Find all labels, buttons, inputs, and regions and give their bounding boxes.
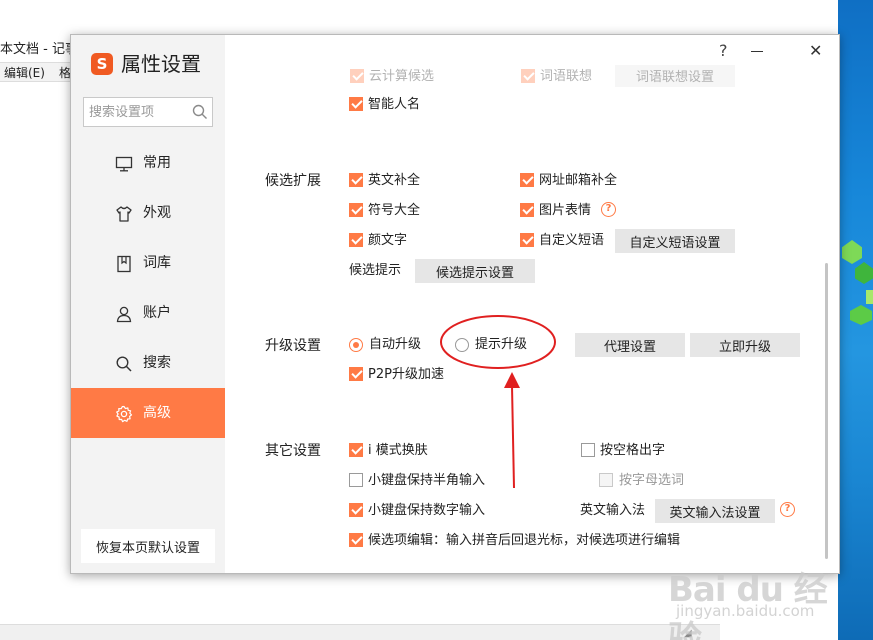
custom-phrase-settings-button[interactable]: 自定义短语设置 [615, 229, 735, 253]
help-icon[interactable]: ? [719, 41, 728, 60]
notepad-text-area[interactable] [0, 84, 80, 624]
custom-phrase-label: 自定义短语 [539, 233, 605, 248]
notepad-status-bar [0, 624, 720, 640]
dialog-title: 属性设置 [121, 52, 201, 76]
sidebar-item-label: 账户 [143, 305, 171, 321]
auto-upgrade-label: 自动升级 [369, 337, 422, 352]
wallpaper-leaf [866, 290, 873, 304]
space-output-label: 按空格出字 [600, 443, 666, 458]
sidebar-item-search[interactable]: 搜索 [71, 338, 225, 388]
custom-phrase-checkbox[interactable] [520, 233, 534, 247]
candidate-edit-label: 候选项编辑：输入拼音后回退光标，对候选项进行编辑 [368, 533, 681, 548]
notepad-menu-edit[interactable]: 编辑(E) [4, 66, 45, 80]
candidate-hint-label: 候选提示 [349, 263, 402, 278]
proxy-settings-button[interactable]: 代理设置 [575, 333, 685, 357]
shirt-icon [116, 206, 132, 222]
content-scrollbar[interactable] [825, 263, 828, 559]
settings-search-box[interactable] [83, 97, 213, 127]
sidebar-item-dictionary[interactable]: 词库 [71, 238, 225, 288]
p2p-upgrade-label: P2P升级加速 [368, 367, 444, 382]
question-help-icon[interactable]: ? [601, 202, 616, 217]
search-icon[interactable] [192, 104, 208, 120]
watermark-brand: Bai du 经验 [668, 570, 828, 640]
symbols-checkbox[interactable] [349, 203, 363, 217]
sidebar-item-general[interactable]: 常用 [71, 138, 225, 188]
numpad-digits-checkbox[interactable] [349, 503, 363, 517]
smart-name-label: 智能人名 [368, 97, 421, 112]
gear-icon [116, 405, 133, 423]
prompt-upgrade-label: 提示升级 [475, 337, 528, 352]
cloud-candidate-label: 云计算候选 [369, 69, 435, 84]
sidebar-item-account[interactable]: 账户 [71, 288, 225, 338]
letter-select-checkbox [599, 473, 613, 487]
notepad-title: 本文档 - 记事 [0, 42, 78, 57]
close-icon[interactable]: ✕ [809, 41, 822, 60]
sidebar-item-label: 常用 [143, 155, 171, 171]
notepad-menubar: 编辑(E) 格 [0, 62, 80, 82]
user-icon [116, 306, 132, 323]
sidebar-item-label: 高级 [143, 405, 171, 421]
other-section-title: 其它设置 [265, 443, 321, 459]
english-complete-checkbox[interactable] [349, 173, 363, 187]
i-mode-skin-label: i 模式换肤 [368, 443, 428, 458]
search-icon [116, 356, 132, 372]
letter-select-label: 按字母选词 [619, 473, 685, 488]
candidate-hint-settings-button[interactable]: 候选提示设置 [415, 259, 535, 283]
settings-content: 云计算候选 词语联想 词语联想设置 智能人名 候选扩展 英文补全 网址邮箱补全 … [225, 65, 839, 573]
reset-defaults-button[interactable]: 恢复本页默认设置 [81, 529, 215, 563]
i-mode-skin-checkbox[interactable] [349, 443, 363, 457]
prompt-upgrade-radio[interactable] [455, 338, 469, 352]
english-ime-label: 英文输入法 [580, 503, 646, 518]
kaomoji-label: 颜文字 [368, 233, 408, 248]
upgrade-section-title: 升级设置 [265, 338, 321, 354]
monitor-icon [115, 156, 133, 172]
baidu-jingyan-watermark: Bai du 经验 jingyan.baidu.com [668, 562, 838, 640]
numpad-digits-label: 小键盘保持数字输入 [368, 503, 486, 518]
numpad-halfwidth-label: 小键盘保持半角输入 [368, 473, 486, 488]
english-complete-label: 英文补全 [368, 173, 421, 188]
sidebar: S 属性设置 常用 外观 [71, 35, 225, 573]
english-ime-settings-button[interactable]: 英文输入法设置 [655, 499, 775, 523]
sogou-logo-icon: S [91, 53, 113, 75]
url-email-complete-checkbox[interactable] [520, 173, 534, 187]
image-emoji-label: 图片表情 [539, 203, 592, 218]
question-help-icon[interactable]: ? [780, 502, 795, 517]
sidebar-item-advanced[interactable]: 高级 [71, 388, 225, 438]
kaomoji-checkbox[interactable] [349, 233, 363, 247]
smart-name-checkbox[interactable] [349, 97, 363, 111]
word-association-checkbox[interactable] [521, 69, 535, 83]
space-output-checkbox[interactable] [581, 443, 595, 457]
candidate-ext-title: 候选扩展 [265, 173, 321, 189]
upgrade-now-button[interactable]: 立即升级 [690, 333, 800, 357]
url-email-complete-label: 网址邮箱补全 [539, 173, 618, 188]
word-association-label: 词语联想 [540, 69, 593, 84]
settings-search-input[interactable] [89, 103, 185, 121]
sidebar-item-label: 搜索 [143, 355, 171, 371]
p2p-upgrade-checkbox[interactable] [349, 367, 363, 381]
sidebar-item-appearance[interactable]: 外观 [71, 188, 225, 238]
candidate-edit-checkbox[interactable] [349, 533, 363, 547]
sidebar-item-label: 外观 [143, 205, 171, 221]
numpad-halfwidth-checkbox[interactable] [349, 473, 363, 487]
auto-upgrade-radio[interactable] [349, 338, 363, 352]
settings-dialog: S 属性设置 常用 外观 [70, 34, 840, 574]
book-icon [117, 255, 131, 273]
word-association-settings-button[interactable]: 词语联想设置 [615, 65, 735, 87]
symbols-label: 符号大全 [368, 203, 421, 218]
sidebar-item-label: 词库 [143, 255, 171, 271]
minimize-icon[interactable] [751, 51, 763, 52]
watermark-url: jingyan.baidu.com [676, 602, 815, 620]
cloud-candidate-checkbox[interactable] [350, 69, 364, 83]
image-emoji-checkbox[interactable] [520, 203, 534, 217]
